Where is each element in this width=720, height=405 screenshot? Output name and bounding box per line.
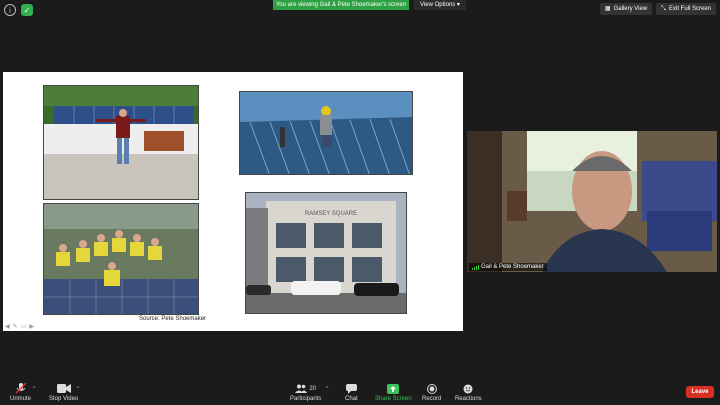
stop-video-label: Stop Video — [49, 396, 79, 402]
slides-icon[interactable]: ▭ — [21, 323, 27, 330]
chevron-down-icon: ▾ — [456, 2, 460, 8]
reaction-emoji-icon — [463, 383, 474, 394]
audio-options-caret-icon[interactable]: ^ — [33, 386, 35, 392]
photo-solar-rooftop-man — [43, 85, 199, 200]
encryption-shield-icon[interactable]: ✓ — [21, 4, 33, 16]
exit-full-screen-label: Exit Full Screen — [668, 6, 711, 12]
participants-icon: 20 — [295, 383, 316, 394]
participants-button[interactable]: 20 Participants — [290, 383, 321, 402]
record-icon — [426, 383, 437, 394]
muted-microphone-icon — [15, 383, 27, 394]
zoom-window: i ✓ You are viewing Gail & Pete Shoemake… — [0, 0, 720, 405]
leave-button[interactable]: Leave — [686, 386, 714, 398]
video-camera-icon — [56, 383, 71, 394]
record-button[interactable]: Record — [422, 383, 441, 402]
photo-worker-on-roof — [239, 91, 413, 175]
slide-controls: ◀ ✎ ▭ ▶ — [5, 323, 34, 330]
meeting-toolbar: Unmute ^ Stop Video ^ 20 Participants ^ … — [0, 380, 720, 405]
exit-full-screen-button[interactable]: ⤡ Exit Full Screen — [656, 3, 716, 15]
top-left-icons: i ✓ — [4, 4, 33, 16]
pen-icon[interactable]: ✎ — [13, 323, 18, 330]
view-options-button[interactable]: View Options ▾ — [414, 0, 466, 10]
participants-label: Participants — [290, 396, 322, 402]
unmute-label: Unmute — [10, 396, 32, 402]
building-sign: RAMSEY SQUARE — [305, 211, 357, 217]
participants-count: 20 — [309, 385, 317, 392]
participant-video-feed — [467, 131, 717, 272]
participant-name: Gail & Pete Shoemaker — [481, 264, 544, 270]
top-right-controls: ▦ Gallery View ⤡ Exit Full Screen — [599, 3, 716, 15]
arrow-left-icon[interactable]: ◀ — [5, 323, 10, 330]
video-options-caret-icon[interactable]: ^ — [77, 386, 79, 392]
participants-caret-icon[interactable]: ^ — [326, 386, 328, 392]
participant-video-tile[interactable]: Gail & Pete Shoemaker — [467, 131, 717, 272]
chat-button[interactable]: Chat — [345, 383, 358, 402]
participant-name-label: Gail & Pete Shoemaker — [469, 263, 547, 271]
signal-bars-icon — [472, 264, 479, 270]
share-screen-label: Share Screen — [375, 396, 412, 402]
share-screen-button[interactable]: Share Screen — [375, 383, 412, 402]
photo-source-caption: Source: Pete Shoemaker — [139, 316, 207, 322]
reactions-button[interactable]: Reactions — [455, 383, 482, 402]
view-options-label: View Options — [420, 2, 456, 8]
reactions-label: Reactions — [455, 396, 482, 402]
gallery-view-label: Gallery View — [613, 6, 648, 12]
grid-icon: ▦ — [604, 6, 611, 12]
unmute-button[interactable]: Unmute — [10, 383, 31, 402]
chat-label: Chat — [345, 396, 358, 402]
photo-solar-team — [43, 203, 199, 315]
record-label: Record — [422, 396, 442, 402]
gallery-view-button[interactable]: ▦ Gallery View — [599, 3, 653, 15]
shared-screen-slide: RAMSEY SQUARE Source: Pete Shoemaker ◀ ✎… — [3, 72, 463, 331]
info-icon[interactable]: i — [4, 4, 16, 16]
share-screen-icon — [387, 383, 400, 394]
stop-video-button[interactable]: Stop Video — [49, 383, 78, 402]
chat-bubble-icon — [345, 383, 357, 394]
photo-building: RAMSEY SQUARE — [245, 192, 407, 314]
exit-full-screen-icon: ⤡ — [661, 6, 666, 12]
arrow-right-icon[interactable]: ▶ — [29, 323, 34, 330]
viewing-banner: You are viewing Gail & Pete Shoemaker's … — [273, 0, 409, 10]
